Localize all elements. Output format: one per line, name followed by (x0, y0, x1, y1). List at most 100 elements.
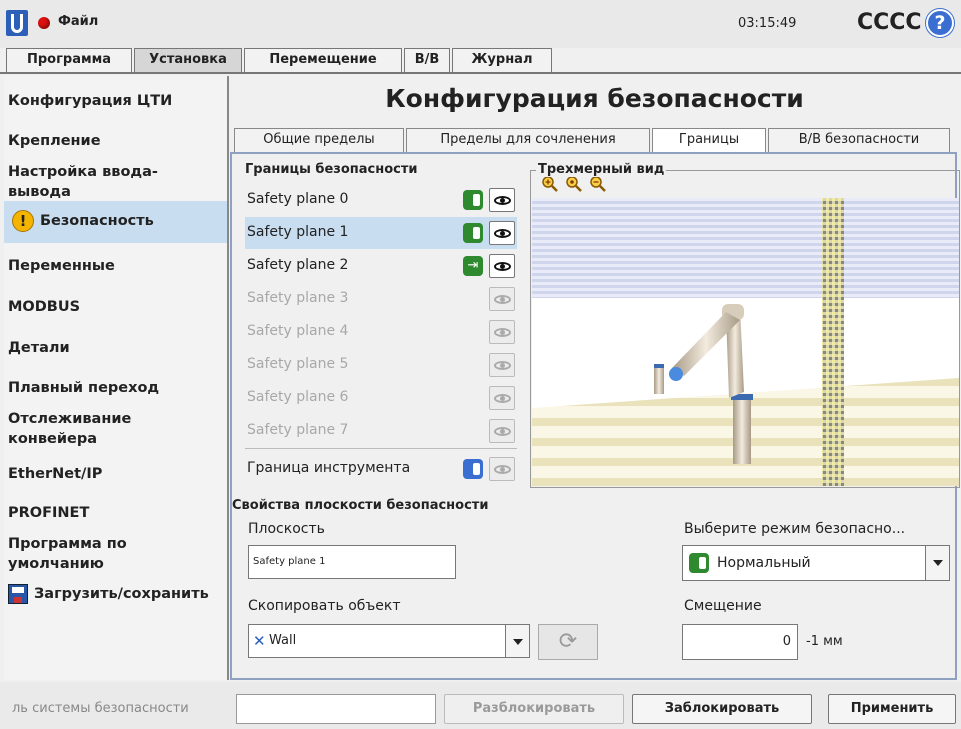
tab-installation[interactable]: Установка (134, 48, 242, 72)
plane-row-5[interactable]: Safety plane 5 (245, 349, 517, 381)
plane-label: Safety plane 2 (247, 257, 349, 273)
sidebar-item-ethernet-ip[interactable]: EtherNet/IP (8, 464, 102, 484)
sidebar-item-modbus[interactable]: MODBUS (8, 297, 80, 317)
apply-button[interactable]: Применить (828, 694, 956, 724)
sidebar-item-safety[interactable]: ! Безопасность (4, 201, 227, 243)
visibility-button[interactable] (489, 254, 515, 278)
eye-icon (494, 262, 511, 271)
refresh-icon: ⟳ (558, 629, 578, 654)
chevron-down-icon[interactable] (925, 546, 949, 580)
boundaries-title: Границы безопасности (245, 162, 418, 177)
eye-icon (494, 361, 511, 370)
subtab-safety-io[interactable]: В/В безопасности (768, 128, 950, 152)
save-disk-icon (8, 584, 28, 604)
subtab-joint-limits[interactable]: Пределы для сочленения (406, 128, 650, 152)
tab-log[interactable]: Журнал (452, 48, 552, 72)
tab-move[interactable]: Перемещение (244, 48, 402, 72)
top-bar: Файл 03:15:49 CCCC ? (0, 0, 961, 48)
eye-icon (494, 427, 511, 436)
plane-row-3[interactable]: Safety plane 3 (245, 283, 517, 315)
subtab-general-limits[interactable]: Общие пределы (234, 128, 404, 152)
plane-row-2[interactable]: Safety plane 2 ⇥ (245, 250, 517, 282)
sidebar-item-label: Загрузить/сохранить (34, 586, 209, 602)
sidebar-item-smooth-transition[interactable]: Плавный переход (8, 378, 159, 398)
boundaries-panel: Границы безопасности Safety plane 0 Safe… (230, 152, 960, 680)
plane-label: Safety plane 4 (247, 323, 349, 339)
eye-icon (494, 295, 511, 304)
tool-boundary-label: Граница инструмента (247, 460, 411, 476)
chevron-down-icon[interactable] (505, 625, 529, 657)
plane-name-input[interactable]: Safety plane 1 (248, 545, 456, 579)
safety-mode-value: Нормальный (717, 555, 811, 571)
visibility-button[interactable] (489, 419, 515, 443)
sidebar-item-io-setup[interactable]: Настройка ввода-вывода (8, 162, 218, 202)
offset-value: 0 (782, 634, 791, 649)
plane-label: Safety plane 5 (247, 356, 349, 372)
tab-program[interactable]: Программа (6, 48, 132, 72)
plane-label: Safety plane 0 (247, 191, 349, 207)
copy-object-label: Скопировать объект (248, 598, 401, 614)
plane-row-1[interactable]: Safety plane 1 (245, 217, 517, 249)
zoom-out-icon[interactable] (590, 176, 606, 192)
safety-password-input[interactable] (236, 694, 436, 724)
subtab-boundaries[interactable]: Границы (652, 128, 766, 152)
plane-row-4[interactable]: Safety plane 4 (245, 316, 517, 348)
safety-mode-label: Выберите режим безопасно... (684, 521, 906, 537)
visibility-button[interactable] (489, 287, 515, 311)
help-icon[interactable]: ? (926, 9, 954, 37)
sidebar-item-default-program[interactable]: Программа по умолчанию (8, 534, 198, 574)
zoom-reset-icon[interactable] (566, 176, 582, 192)
page-title: Конфигурация безопасности (385, 84, 804, 113)
sidebar-item-conveyor-tracking[interactable]: Отслеживание конвейера (8, 409, 208, 449)
sidebar-item-profinet[interactable]: PROFINET (8, 503, 89, 523)
sidebar-item-load-save[interactable]: Загрузить/сохранить (8, 584, 229, 604)
tool-boundary-row[interactable]: Граница инструмента (245, 453, 517, 485)
bottom-bar: ль системы безопасности Разблокировать З… (0, 682, 961, 729)
view3d-canvas[interactable] (532, 198, 959, 486)
plane-label: Safety plane 3 (247, 290, 349, 306)
plane-name-value: Safety plane 1 (253, 556, 326, 567)
sidebar-item-mounting[interactable]: Крепление (8, 131, 101, 151)
unlock-button[interactable]: Разблокировать (444, 694, 624, 724)
sidebar-item-features[interactable]: Детали (8, 338, 70, 358)
sidebar-item-tcp-config[interactable]: Конфигурация ЦТИ (8, 91, 172, 111)
clock: 03:15:49 (738, 16, 797, 31)
visibility-button[interactable] (489, 386, 515, 410)
zoom-in-icon[interactable] (542, 176, 558, 192)
plane-label: Safety plane 1 (247, 224, 349, 240)
eye-icon (494, 196, 511, 205)
visibility-button[interactable] (489, 221, 515, 245)
offset-input[interactable]: 0 (682, 624, 798, 660)
file-menu[interactable]: Файл (58, 14, 98, 29)
copy-object-value: Wall (269, 633, 297, 648)
plane-toggle-switch[interactable] (463, 190, 483, 210)
view3d-title: Трехмерный вид (536, 162, 667, 177)
plane-row-7[interactable]: Safety plane 7 (245, 415, 517, 447)
copy-object-dropdown[interactable]: ✕ Wall (248, 624, 530, 658)
visibility-button[interactable] (489, 320, 515, 344)
visibility-button[interactable] (489, 353, 515, 377)
safety-mode-dropdown[interactable]: Нормальный (682, 545, 950, 581)
plane-toggle-switch[interactable] (463, 223, 483, 243)
tab-divider (0, 72, 961, 74)
plane-row-0[interactable]: Safety plane 0 (245, 184, 517, 216)
warning-icon: ! (12, 210, 34, 232)
tool-boundary-toggle-switch[interactable] (463, 459, 483, 479)
visibility-button[interactable] (489, 457, 515, 481)
lock-button[interactable]: Заблокировать (632, 694, 812, 724)
wall-x-icon: ✕ (253, 632, 266, 650)
plane-field-label: Плоскость (248, 521, 325, 537)
eye-icon (494, 328, 511, 337)
visibility-button[interactable] (489, 188, 515, 212)
robot-name: CCCC (857, 10, 922, 35)
sidebar-item-variables[interactable]: Переменные (8, 256, 115, 276)
trigger-switch-icon[interactable]: ⇥ (463, 256, 483, 276)
refresh-button[interactable]: ⟳ (538, 624, 598, 660)
universal-robots-logo (6, 10, 28, 36)
offset-label: Смещение (684, 598, 762, 614)
properties-title: Свойства плоскости безопасности (232, 498, 489, 513)
robot-status-icon[interactable] (38, 17, 50, 29)
plane-row-6[interactable]: Safety plane 6 (245, 382, 517, 414)
tab-io[interactable]: В/В (404, 48, 450, 72)
safety-password-label: ль системы безопасности (12, 701, 189, 716)
